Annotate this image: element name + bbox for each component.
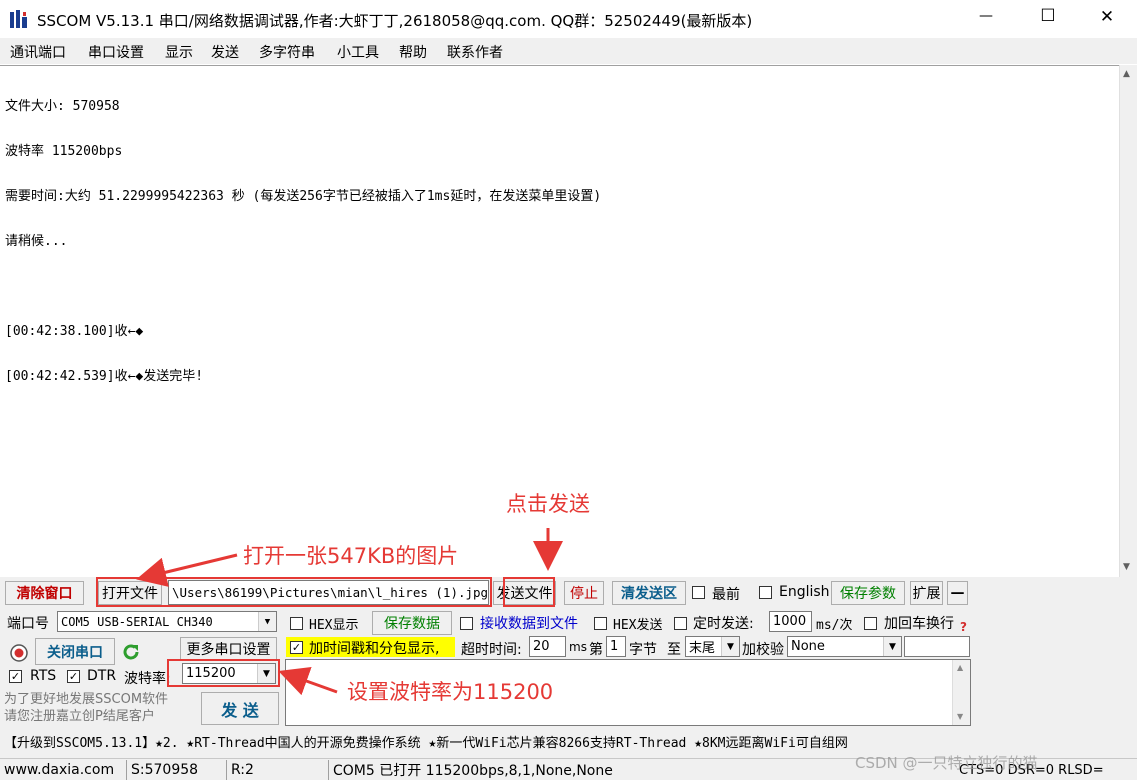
annotation-arrows — [136, 528, 563, 696]
arrow-to-baud — [278, 666, 338, 696]
arrow-to-open-file — [136, 553, 238, 587]
